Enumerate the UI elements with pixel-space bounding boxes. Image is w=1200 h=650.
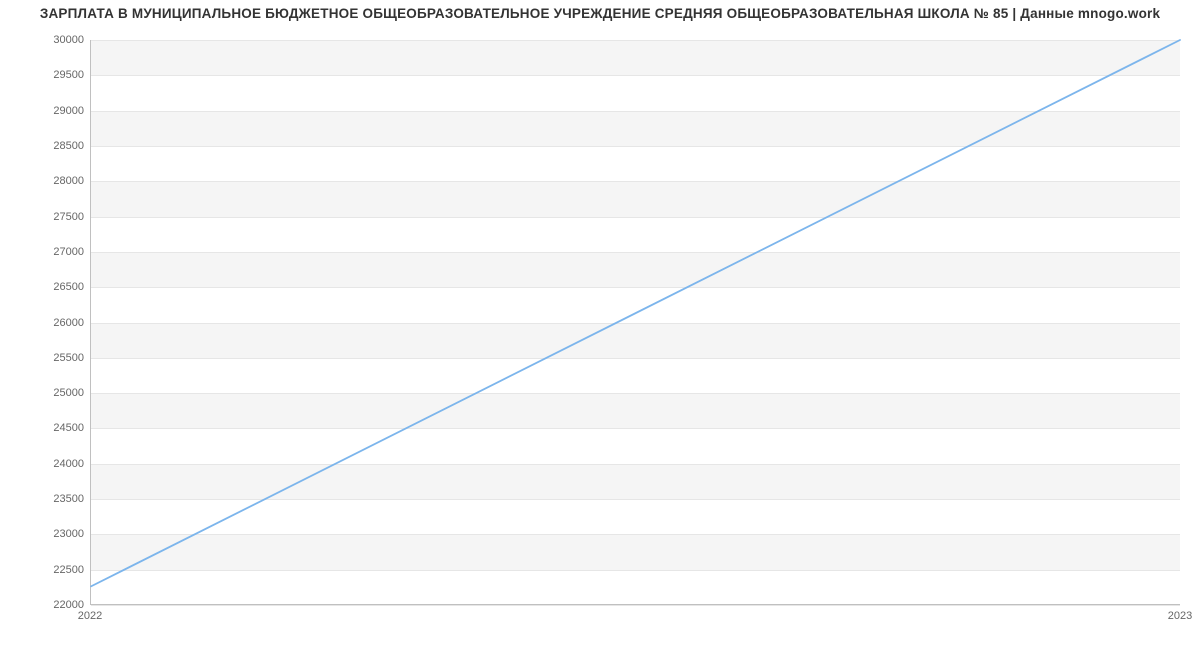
y-tick-label: 22000 [4, 599, 84, 611]
y-tick-label: 23500 [4, 493, 84, 505]
y-tick-label: 28000 [4, 175, 84, 187]
y-tick-label: 27500 [4, 211, 84, 223]
y-tick-label: 24000 [4, 458, 84, 470]
y-tick-label: 23000 [4, 528, 84, 540]
y-tick-label: 25500 [4, 352, 84, 364]
series-line [91, 40, 1180, 586]
y-tick-label: 29500 [4, 69, 84, 81]
x-tick-label: 2023 [1168, 610, 1192, 622]
x-tick-label: 2022 [78, 610, 102, 622]
plot-area [90, 40, 1180, 605]
gridline [91, 605, 1180, 606]
chart-title: ЗАРПЛАТА В МУНИЦИПАЛЬНОЕ БЮДЖЕТНОЕ ОБЩЕО… [0, 6, 1200, 21]
y-tick-label: 22500 [4, 564, 84, 576]
y-tick-label: 25000 [4, 387, 84, 399]
line-series-svg [91, 40, 1180, 604]
y-tick-label: 26500 [4, 281, 84, 293]
y-tick-label: 29000 [4, 105, 84, 117]
y-tick-label: 26000 [4, 317, 84, 329]
y-tick-label: 27000 [4, 246, 84, 258]
y-tick-label: 30000 [4, 34, 84, 46]
salary-line-chart: ЗАРПЛАТА В МУНИЦИПАЛЬНОЕ БЮДЖЕТНОЕ ОБЩЕО… [0, 0, 1200, 650]
y-tick-label: 28500 [4, 140, 84, 152]
y-tick-label: 24500 [4, 422, 84, 434]
